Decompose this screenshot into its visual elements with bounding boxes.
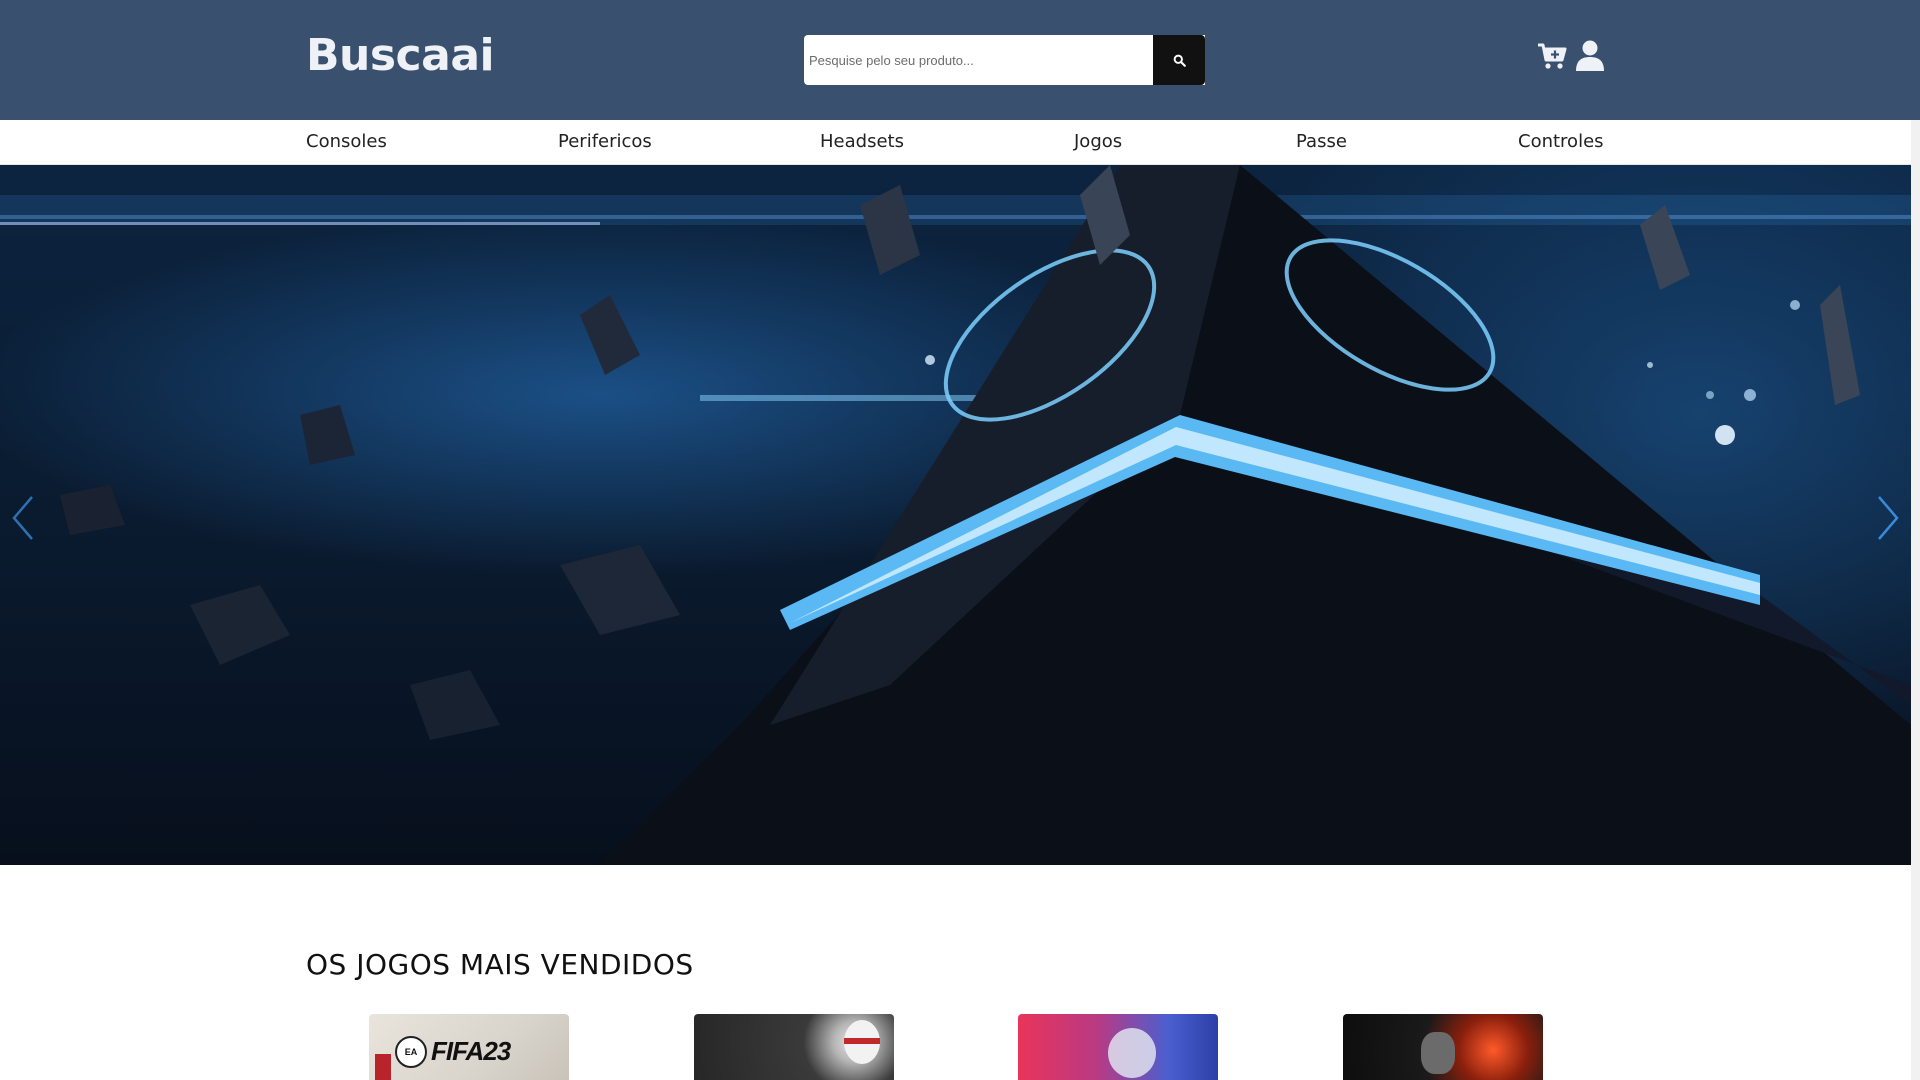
character-art [1421,1032,1455,1074]
skull-art [1108,1028,1156,1078]
search-input[interactable] [804,35,1205,85]
ea-sports-logo: EA [395,1036,427,1068]
mask-stripe [844,1038,880,1044]
product-card-payday[interactable] [694,1014,894,1080]
product-card-game-3[interactable] [1018,1014,1218,1080]
search-button[interactable] [1153,35,1205,85]
hero-carousel [0,165,1911,865]
carousel-next-button[interactable] [1873,493,1903,543]
nav-item-headsets[interactable]: Headsets [820,131,904,152]
page-scrollbar[interactable] [1911,120,1920,1080]
product-art [375,1054,391,1080]
nav-item-jogos[interactable]: Jogos [1074,131,1122,152]
nav-item-passe[interactable]: Passe [1296,131,1347,152]
site-header: Buscaai [0,0,1920,120]
nav-item-perifericos[interactable]: Perifericos [558,131,652,152]
carousel-prev-button[interactable] [8,493,38,543]
best-sellers-title: OS JOGOS MAIS VENDIDOS [306,948,694,981]
cart-plus-icon[interactable] [1537,42,1567,70]
product-card-fifa23[interactable]: EA FIFA23 [369,1014,569,1080]
site-logo[interactable]: Buscaai [306,30,495,81]
search-icon [1173,54,1186,67]
user-icon[interactable] [1576,40,1604,71]
category-nav: Consoles Perifericos Headsets Jogos Pass… [0,120,1911,165]
nav-item-controles[interactable]: Controles [1518,131,1604,152]
hero-banner-image [0,165,1911,865]
product-title: FIFA23 [431,1036,511,1066]
product-card-game-4[interactable] [1343,1014,1543,1080]
nav-item-consoles[interactable]: Consoles [306,131,387,152]
